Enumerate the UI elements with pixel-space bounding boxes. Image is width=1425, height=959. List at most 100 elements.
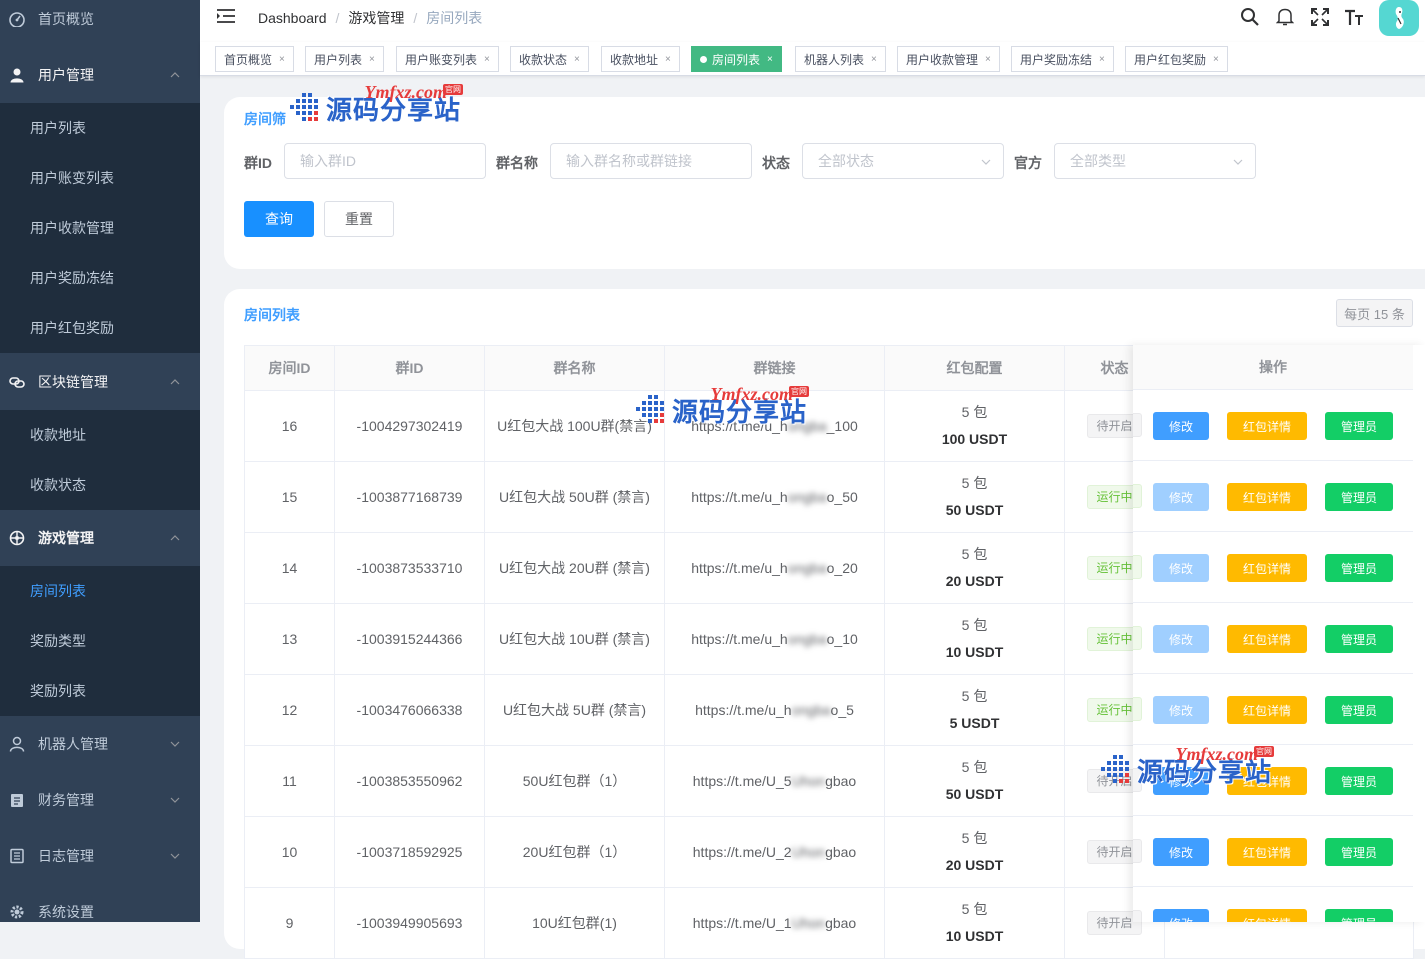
tag-room-list[interactable]: 房间列表 ×: [691, 46, 782, 72]
cell-redpack-config: 5 包 20 USDT: [884, 532, 1065, 604]
admin-button[interactable]: 管理员: [1325, 554, 1393, 582]
tag-user-balance-log[interactable]: 用户账变列表 ×: [396, 46, 499, 72]
tag-user-redpack-reward[interactable]: 用户红包奖励 ×: [1125, 46, 1228, 72]
bell-icon[interactable]: [1274, 6, 1296, 28]
menu-label: 游戏管理: [38, 530, 94, 546]
page-size-select[interactable]: 每页 15 条: [1336, 299, 1413, 327]
status-badge: 运行中: [1133, 555, 1143, 579]
admin-button[interactable]: 管理员: [1325, 625, 1393, 653]
redpack-detail-button[interactable]: 红包详情: [1227, 412, 1307, 440]
admin-button[interactable]: 管理员: [1325, 696, 1393, 724]
redpack-detail-button[interactable]: 红包详情: [1227, 483, 1307, 511]
redpack-detail-button[interactable]: 红包详情: [1227, 909, 1307, 922]
sidebar-item-user-list[interactable]: 用户列表: [0, 103, 200, 153]
menu-log-management[interactable]: 日志管理: [0, 828, 200, 884]
close-icon[interactable]: ×: [369, 54, 375, 65]
cell-group-link[interactable]: https://t.me/u_hongbao_20: [664, 532, 885, 604]
breadcrumb-dashboard[interactable]: Dashboard: [258, 10, 327, 26]
group-id-input[interactable]: 输入群ID: [284, 143, 486, 179]
status-select[interactable]: 全部状态: [802, 143, 1004, 179]
admin-button[interactable]: 管理员: [1325, 483, 1393, 511]
redpack-detail-button[interactable]: 红包详情: [1227, 554, 1307, 582]
sidebar-item-payment-status[interactable]: 收款状态: [0, 460, 200, 510]
tag-robot-list[interactable]: 机器人列表 ×: [795, 46, 886, 72]
column-header: 房间ID: [244, 345, 335, 391]
sidebar-item-user-redpack-reward[interactable]: 用户红包奖励: [0, 303, 200, 353]
sidebar-item-payment-address[interactable]: 收款地址: [0, 410, 200, 460]
menu-robot-management[interactable]: 机器人管理: [0, 716, 200, 772]
edit-button[interactable]: 修改: [1153, 554, 1209, 582]
link-end: o_10: [826, 631, 858, 647]
edit-button[interactable]: 修改: [1153, 483, 1209, 511]
tag-user-reward-freeze[interactable]: 用户奖励冻结 ×: [1011, 46, 1114, 72]
menu-dashboard[interactable]: 首页概览: [0, 0, 200, 47]
cell-room-id: 14: [244, 532, 335, 604]
close-icon[interactable]: ×: [484, 54, 490, 65]
tag-user-list[interactable]: 用户列表 ×: [305, 46, 384, 72]
menu-game-management[interactable]: 游戏管理: [0, 510, 200, 566]
close-icon[interactable]: ×: [767, 54, 773, 65]
redpack-detail-button[interactable]: 红包详情: [1227, 625, 1307, 653]
close-icon[interactable]: ×: [1099, 54, 1105, 65]
close-icon[interactable]: ×: [279, 54, 285, 65]
close-icon[interactable]: ×: [871, 54, 877, 65]
font-size-icon[interactable]: [1343, 6, 1365, 28]
sidebar-item-user-reward-freeze[interactable]: 用户奖励冻结: [0, 253, 200, 303]
official-select[interactable]: 全部类型: [1054, 143, 1256, 179]
admin-button[interactable]: 管理员: [1325, 412, 1393, 440]
sidebar-item-reward-list[interactable]: 奖励列表: [0, 666, 200, 716]
cell-group-link[interactable]: https://t.me/u_hongbao_10: [664, 603, 885, 675]
breadcrumb-current: 房间列表: [426, 10, 483, 26]
edit-button[interactable]: 修改: [1153, 909, 1209, 922]
edit-button[interactable]: 修改: [1153, 412, 1209, 440]
admin-button[interactable]: 管理员: [1325, 909, 1393, 922]
cell-group-link[interactable]: https://t.me/U_5Uhongbao: [664, 745, 885, 817]
cell-group-link[interactable]: https://t.me/U_1Uhongbao: [664, 887, 885, 959]
search-icon[interactable]: [1239, 6, 1261, 28]
watermark-en: Ymfxz.com: [710, 384, 794, 404]
group-name-input[interactable]: 输入群名称或群链接: [550, 143, 752, 179]
breadcrumb-game-management[interactable]: 游戏管理: [348, 8, 404, 28]
cell-group-link[interactable]: https://t.me/U_2Uhongbao: [664, 816, 885, 888]
admin-button[interactable]: 管理员: [1325, 767, 1393, 795]
cell-group-id: -1003718592925: [334, 816, 485, 888]
tag-home[interactable]: 首页概览 ×: [215, 46, 294, 72]
menu-system-settings[interactable]: 系统设置: [0, 884, 200, 922]
redpack-detail-button[interactable]: 红包详情: [1227, 838, 1307, 866]
pack-count: 5 包: [961, 688, 988, 704]
menu-user-management[interactable]: 用户管理: [0, 47, 200, 103]
close-icon[interactable]: ×: [665, 54, 671, 65]
settings-icon: [9, 904, 25, 920]
cell-group-name: 20U红包群（1）: [484, 816, 665, 888]
tag-payment-address[interactable]: 收款地址 ×: [601, 46, 680, 72]
active-dot: [700, 55, 707, 63]
fullscreen-icon[interactable]: [1309, 6, 1331, 28]
close-icon[interactable]: ×: [1213, 54, 1219, 65]
redpack-detail-button[interactable]: 红包详情: [1227, 696, 1307, 724]
sidebar-item-user-payment[interactable]: 用户收款管理: [0, 203, 200, 253]
edit-button[interactable]: 修改: [1153, 696, 1209, 724]
close-icon[interactable]: ×: [574, 54, 580, 65]
query-button[interactable]: 查询: [244, 201, 314, 237]
sidebar-item-user-balance-log[interactable]: 用户账变列表: [0, 153, 200, 203]
avatar[interactable]: [1379, 0, 1419, 36]
edit-button[interactable]: 修改: [1153, 625, 1209, 653]
cell-group-link[interactable]: https://t.me/u_hongbao_5: [664, 674, 885, 746]
sidebar-item-reward-type[interactable]: 奖励类型: [0, 616, 200, 666]
admin-button[interactable]: 管理员: [1325, 838, 1393, 866]
tag-user-payment[interactable]: 用户收款管理 ×: [897, 46, 1000, 72]
edit-button[interactable]: 修改: [1153, 838, 1209, 866]
menu-finance-management[interactable]: 财务管理: [0, 772, 200, 828]
watermark-logo: Ymfxz.com 官网 源码分享站: [288, 82, 464, 127]
tag-payment-status[interactable]: 收款状态 ×: [510, 46, 589, 72]
action-row: 运行中修改红包详情管理员: [1133, 461, 1413, 532]
close-icon[interactable]: ×: [985, 54, 991, 65]
cell-group-link[interactable]: https://t.me/u_hongbao_50: [664, 461, 885, 533]
status-label: 状态: [762, 155, 790, 171]
status-badge: 待开启: [1133, 839, 1143, 863]
sidebar-item-room-list[interactable]: 房间列表: [0, 566, 200, 616]
watermark-badge: 官网: [789, 386, 810, 397]
menu-blockchain[interactable]: 区块链管理: [0, 354, 200, 410]
hamburger-icon[interactable]: [216, 8, 236, 24]
reset-button[interactable]: 重置: [324, 201, 394, 237]
